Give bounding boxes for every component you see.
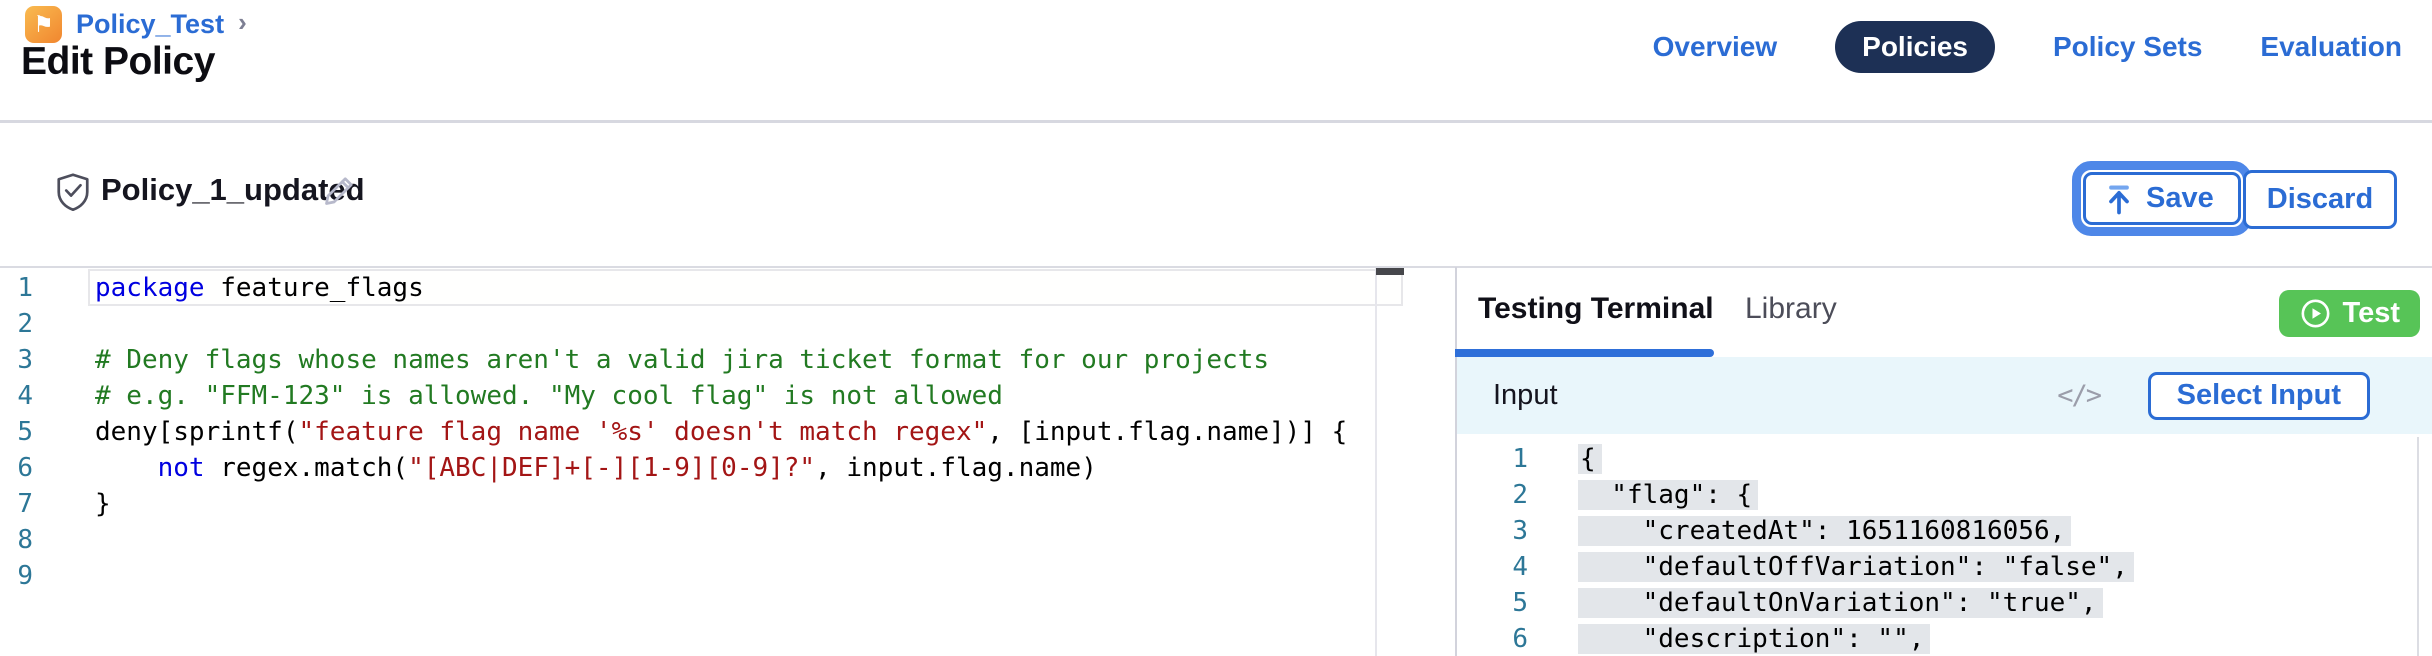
code-text: "createdAt": 1651160816056, (1528, 513, 2065, 549)
breadcrumb-project-link[interactable]: Policy_Test (76, 9, 224, 40)
json-editor-right-edge (2417, 437, 2419, 656)
line-number: 8 (0, 522, 33, 558)
code-text: package feature_flags (33, 270, 424, 306)
select-input-button[interactable]: Select Input (2148, 372, 2370, 420)
line-number: 2 (1457, 477, 1528, 513)
nav-item-evaluation[interactable]: Evaluation (2260, 31, 2402, 63)
testing-panel-tabs: Testing Terminal Library Test (1457, 268, 2432, 357)
line-number: 2 (0, 306, 33, 342)
code-line: 2 "flag": { (1457, 477, 2415, 513)
code-line: 9 (0, 558, 1375, 594)
code-text: deny[sprintf("feature flag name '%s' doe… (33, 414, 1347, 450)
save-button-focus-ring: Save (2072, 161, 2252, 236)
code-line: 4# e.g. "FFM-123" is allowed. "My cool f… (0, 378, 1375, 414)
code-text: # Deny flags whose names aren't a valid … (33, 342, 1269, 378)
code-line: 2 (0, 306, 1375, 342)
code-line: 8 (0, 522, 1375, 558)
code-text: "defaultOffVariation": "false", (1528, 549, 2128, 585)
edit-pencil-icon[interactable] (322, 172, 358, 208)
editor-scrollbar-thumb[interactable] (1376, 268, 1404, 275)
discard-button[interactable]: Discard (2243, 170, 2397, 229)
line-number: 6 (1457, 621, 1528, 656)
code-line: 4 "defaultOffVariation": "false", (1457, 549, 2415, 585)
line-number: 3 (0, 342, 33, 378)
code-text: "defaultOnVariation": "true", (1528, 585, 2097, 621)
policy-code-editor[interactable]: 1package feature_flags23# Deny flags who… (0, 270, 1375, 594)
play-icon (2299, 297, 2332, 330)
code-text (33, 306, 95, 342)
line-number: 7 (0, 486, 33, 522)
code-line: 6 "description": "", (1457, 621, 2415, 656)
line-number: 6 (0, 450, 33, 486)
code-line: 5 "defaultOnVariation": "true", (1457, 585, 2415, 621)
code-icon[interactable]: </> (2057, 380, 2100, 411)
code-line: 5deny[sprintf("feature flag name '%s' do… (0, 414, 1375, 450)
test-input-json-editor[interactable]: 1{2 "flag": {3 "createdAt": 165116081605… (1457, 441, 2415, 656)
code-text: { (1528, 441, 1596, 477)
nav-item-policy-sets[interactable]: Policy Sets (2053, 31, 2202, 63)
input-label: Input (1493, 379, 1558, 412)
code-line: 1package feature_flags (0, 270, 1375, 306)
line-number: 4 (1457, 549, 1528, 585)
nav-item-policies[interactable]: Policies (1835, 21, 1995, 73)
save-button[interactable]: Save (2083, 172, 2241, 225)
code-line: 1{ (1457, 441, 2415, 477)
line-number: 9 (0, 558, 33, 594)
test-button[interactable]: Test (2279, 290, 2420, 337)
line-number: 1 (1457, 441, 1528, 477)
chevron-right-icon: › (238, 7, 247, 38)
editor-right-edge (1375, 268, 1377, 656)
page-title: Edit Policy (21, 40, 215, 84)
code-text (33, 522, 95, 558)
tab-testing-terminal[interactable]: Testing Terminal (1478, 268, 1714, 350)
policy-shield-check-icon (55, 172, 91, 212)
nav-item-overview[interactable]: Overview (1653, 31, 1778, 63)
line-number: 1 (0, 270, 33, 306)
code-line: 3# Deny flags whose names aren't a valid… (0, 342, 1375, 378)
active-tab-underline (1455, 349, 1714, 357)
code-text: "description": "", (1528, 621, 1924, 656)
line-number: 3 (1457, 513, 1528, 549)
code-text: not regex.match("[ABC|DEF]+[-][1-9][0-9]… (33, 450, 1097, 486)
header-divider (0, 120, 2432, 123)
code-text: # e.g. "FFM-123" is allowed. "My cool fl… (33, 378, 1003, 414)
line-number: 5 (0, 414, 33, 450)
test-button-label: Test (2343, 297, 2400, 330)
top-nav: Overview Policies Policy Sets Evaluation (1653, 16, 2402, 78)
code-text (33, 558, 95, 594)
save-button-label: Save (2146, 182, 2214, 215)
code-line: 6 not regex.match("[ABC|DEF]+[-][1-9][0-… (0, 450, 1375, 486)
line-number: 4 (0, 378, 33, 414)
code-text: } (33, 486, 111, 522)
line-number: 5 (1457, 585, 1528, 621)
tab-library[interactable]: Library (1745, 268, 1837, 350)
code-text: "flag": { (1528, 477, 1752, 513)
feature-flags-module-icon: ⚑ (25, 6, 62, 43)
code-line: 3 "createdAt": 1651160816056, (1457, 513, 2415, 549)
edit-policy-page: ⚑ Policy_Test › Edit Policy Overview Poli… (0, 0, 2432, 656)
upload-icon (2104, 183, 2134, 215)
code-line: 7} (0, 486, 1375, 522)
input-header-band: Input </> Select Input (1457, 357, 2432, 434)
breadcrumb[interactable]: ⚑ Policy_Test › (25, 6, 247, 43)
